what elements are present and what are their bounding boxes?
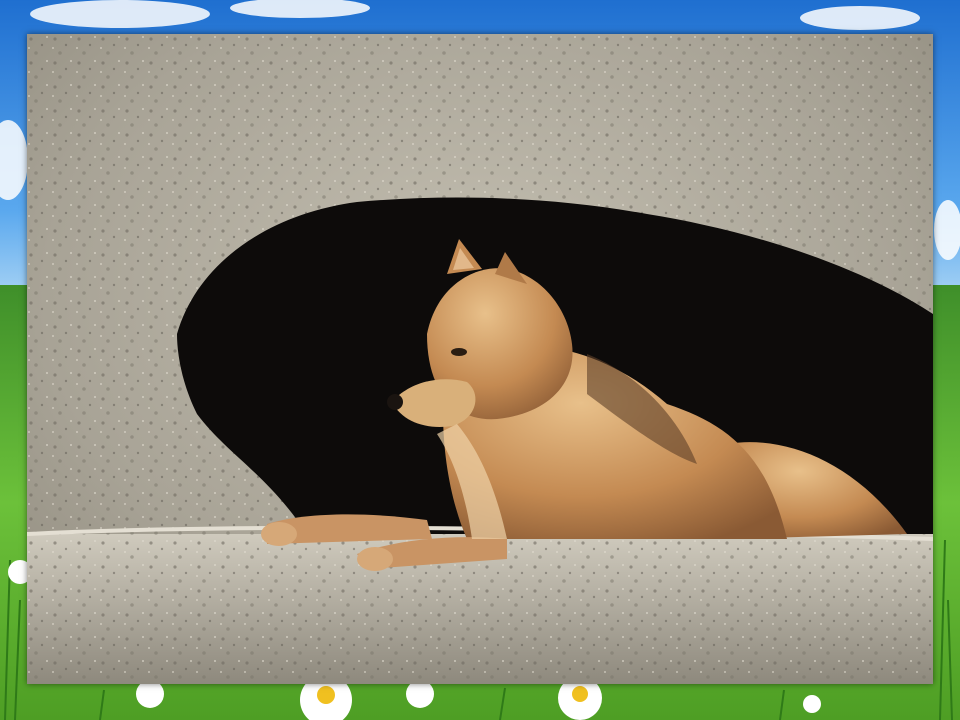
daisy-icon [803, 695, 821, 713]
daisy-icon [136, 680, 164, 708]
daisy-icon [406, 680, 434, 708]
wolf-photo [27, 34, 933, 684]
